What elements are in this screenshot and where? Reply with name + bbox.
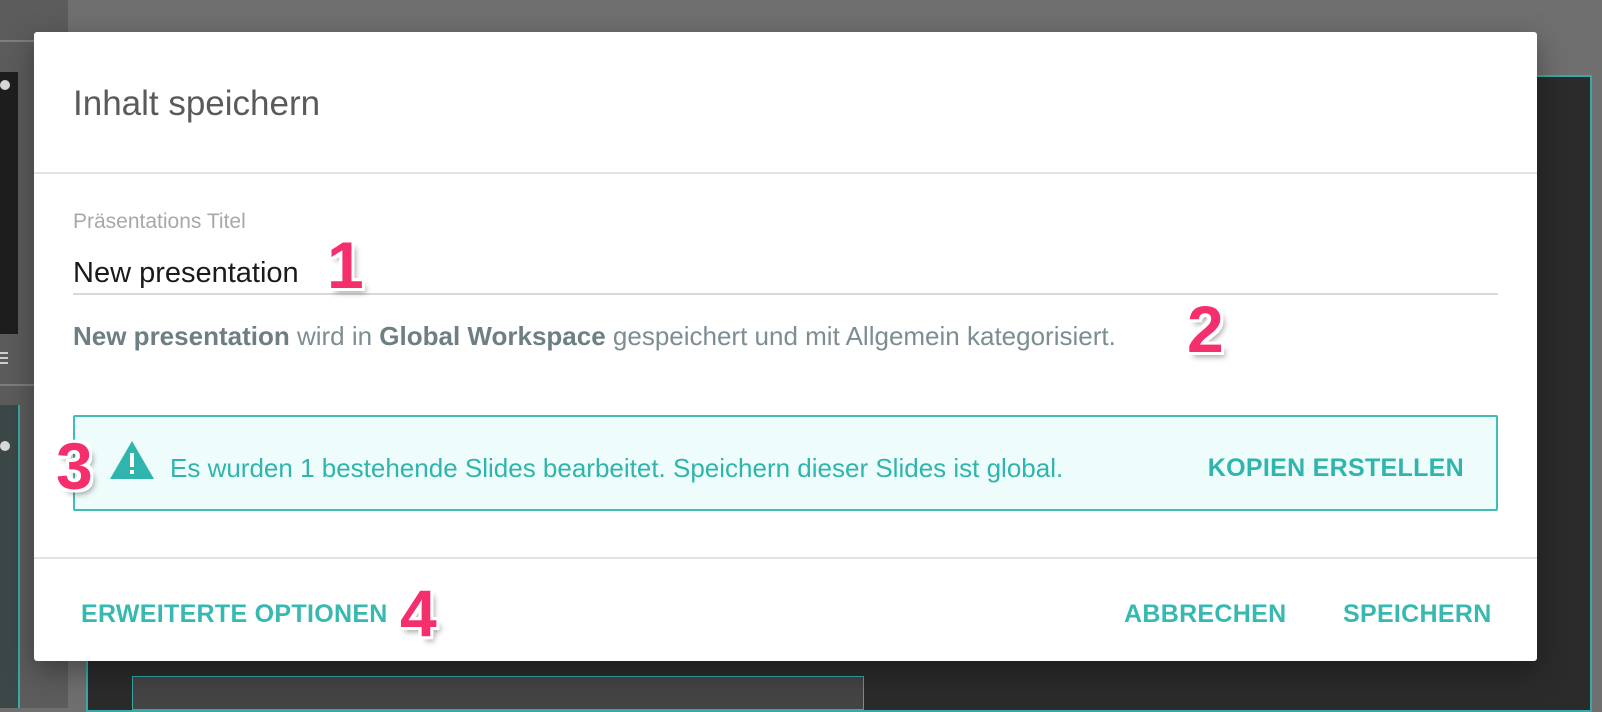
footer-divider: [34, 557, 1537, 559]
summary-text-part: gespeichert und mit Allgemein kategorisi…: [605, 321, 1116, 351]
background-slide-thumbnail: [0, 72, 18, 334]
background-thumbnail-dot: [0, 80, 10, 90]
global-slides-alert: Es wurden 1 bestehende Slides bearbeitet…: [73, 415, 1498, 511]
create-copies-button[interactable]: KOPIEN ERSTELLEN: [1208, 454, 1464, 483]
annotation-badge-3: 3: [56, 429, 93, 503]
alert-message: Es wurden 1 bestehende Slides bearbeitet…: [170, 453, 1064, 483]
background-drag-handle: [0, 352, 8, 366]
summary-presentation-name: New presentation: [73, 321, 290, 351]
title-field-label: Präsentations Titel: [73, 210, 246, 233]
cancel-button[interactable]: ABBRECHEN: [1124, 600, 1286, 629]
save-button[interactable]: SPEICHERN: [1343, 600, 1492, 629]
save-summary-text: New presentation wird in Global Workspac…: [73, 321, 1116, 352]
dialog-title: Inhalt speichern: [73, 84, 321, 123]
background-slide-element: [132, 676, 864, 710]
annotation-badge-2: 2: [1187, 292, 1224, 366]
warning-icon: [110, 441, 154, 479]
presentation-title-input[interactable]: [73, 253, 1498, 295]
annotation-badge-1: 1: [327, 228, 364, 302]
annotation-badge-4: 4: [400, 576, 437, 650]
background-slide-thumbnail: [0, 405, 20, 708]
header-divider: [34, 172, 1537, 174]
save-content-dialog: Inhalt speichern Präsentations Titel New…: [34, 32, 1537, 661]
summary-workspace-name: Global Workspace: [379, 321, 606, 351]
background-thumbnail-dot: [0, 441, 10, 451]
advanced-options-button[interactable]: ERWEITERTE OPTIONEN: [81, 600, 388, 629]
summary-text-part: wird in: [289, 321, 380, 351]
